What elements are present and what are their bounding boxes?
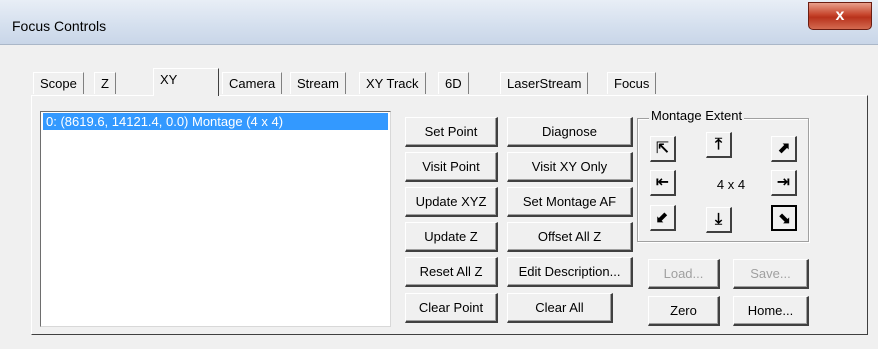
- close-icon: x: [835, 7, 845, 24]
- arrow-down-to-bar-icon: ⤓: [714, 209, 723, 228]
- points-list[interactable]: 0: (8619.6, 14121.4, 0.0) Montage (4 x 4…: [40, 111, 391, 327]
- arrow-up-to-bar-icon: ⤒: [714, 134, 723, 153]
- zero-button[interactable]: Zero: [648, 296, 720, 326]
- arrow-down-left-icon: ⬋: [655, 207, 670, 226]
- tab-6d[interactable]: 6D: [438, 72, 469, 94]
- close-button[interactable]: x: [808, 2, 872, 30]
- arrow-left-to-bar-icon: ⇤: [655, 172, 670, 191]
- extent-right-button[interactable]: ⇥: [771, 170, 797, 196]
- clear-point-button[interactable]: Clear Point: [405, 293, 498, 323]
- set-point-button[interactable]: Set Point: [405, 117, 498, 147]
- list-item[interactable]: 0: (8619.6, 14121.4, 0.0) Montage (4 x 4…: [43, 113, 388, 130]
- tab-xy[interactable]: XY: [153, 68, 219, 96]
- load-button[interactable]: Load...: [648, 259, 720, 289]
- update-z-button[interactable]: Update Z: [405, 222, 498, 252]
- update-xyz-button[interactable]: Update XYZ: [405, 187, 498, 217]
- reset-all-z-button[interactable]: Reset All Z: [405, 257, 498, 287]
- montage-extent-value: 4 x 4: [716, 177, 746, 192]
- extent-left-button[interactable]: ⇤: [650, 170, 676, 196]
- visit-point-button[interactable]: Visit Point: [405, 152, 498, 182]
- extent-up-button[interactable]: ⤒: [706, 132, 732, 158]
- save-button[interactable]: Save...: [733, 259, 809, 289]
- extent-up-left-button[interactable]: ⇱: [650, 136, 676, 162]
- extent-down-left-button[interactable]: ⬋: [650, 205, 676, 231]
- arrow-up-right-icon: ⬈: [776, 138, 791, 157]
- clear-all-button[interactable]: Clear All: [507, 293, 613, 323]
- tab-z[interactable]: Z: [94, 72, 116, 94]
- tab-stream[interactable]: Stream: [290, 72, 346, 94]
- home-button[interactable]: Home...: [733, 296, 809, 326]
- extent-up-right-button[interactable]: ⬈: [771, 136, 797, 162]
- offset-all-z-button[interactable]: Offset All Z: [507, 222, 633, 252]
- arrow-right-to-bar-icon: ⇥: [776, 172, 791, 191]
- tab-laserstream[interactable]: LaserStream: [500, 72, 589, 94]
- window-title: Focus Controls: [12, 18, 107, 34]
- arrow-up-left-icon: ⇱: [655, 138, 670, 157]
- tab-xy-track[interactable]: XY Track: [359, 72, 426, 94]
- montage-extent-label: Montage Extent: [649, 108, 745, 123]
- extent-down-button[interactable]: ⤓: [706, 207, 732, 233]
- tab-focus[interactable]: Focus: [607, 72, 657, 94]
- tab-camera[interactable]: Camera: [222, 72, 283, 94]
- arrow-down-right-icon: ⬊: [777, 208, 791, 227]
- extent-down-right-button[interactable]: ⬊: [771, 205, 797, 231]
- diagnose-button[interactable]: Diagnose: [507, 117, 633, 147]
- edit-description-button[interactable]: Edit Description...: [507, 257, 633, 287]
- set-montage-af-button[interactable]: Set Montage AF: [507, 187, 633, 217]
- tab-scope[interactable]: Scope: [33, 72, 84, 94]
- title-bar: Focus Controls x: [0, 0, 878, 45]
- visit-xy-only-button[interactable]: Visit XY Only: [507, 152, 633, 182]
